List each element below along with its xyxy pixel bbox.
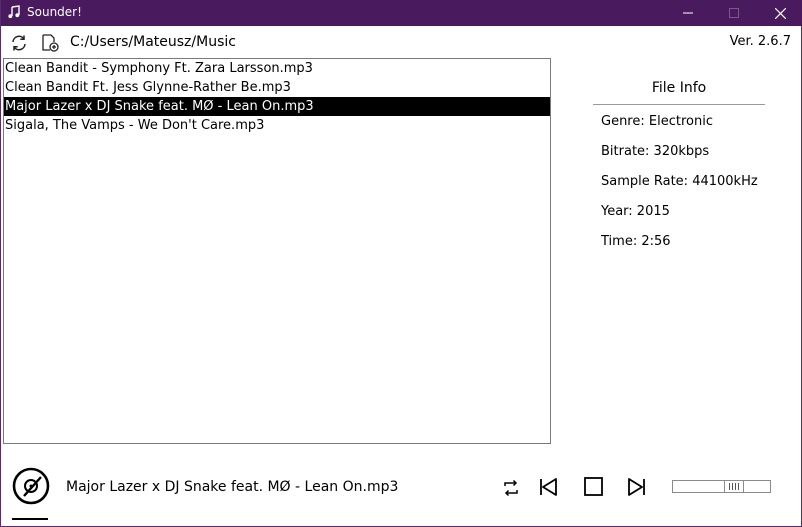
file-info-panel: File Info Genre: Electronic Bitrate: 320… (593, 78, 765, 263)
file-list-item[interactable]: Clean Bandit - Symphony Ft. Zara Larsson… (4, 59, 550, 78)
file-info-title: File Info (593, 78, 765, 105)
disc-icon (12, 467, 50, 505)
file-list-item[interactable]: Sigala, The Vamps - We Don't Care.mp3 (4, 116, 550, 135)
next-icon[interactable] (626, 476, 648, 498)
music-note-icon (8, 5, 20, 19)
player-bar: Major Lazer x DJ Snake feat. MØ - Lean O… (1, 452, 802, 527)
disc-underline (12, 518, 48, 520)
previous-icon[interactable] (538, 476, 560, 498)
sample-rate-field: Sample Rate: 44100kHz (601, 174, 758, 189)
maximize-icon (729, 8, 739, 18)
add-file-icon[interactable] (41, 34, 59, 52)
file-list-item[interactable]: Clean Bandit Ft. Jess Glynne-Rather Be.m… (4, 78, 550, 97)
window-title: Sounder! (27, 5, 82, 19)
file-list[interactable]: Clean Bandit - Symphony Ft. Zara Larsson… (3, 58, 551, 444)
repeat-icon[interactable] (501, 478, 521, 498)
file-list-item-selected[interactable]: Major Lazer x DJ Snake feat. MØ - Lean O… (4, 97, 550, 116)
folder-path: C:/Users/Mateusz/Music (70, 34, 236, 50)
app-window: Sounder! C:/Users/Mateusz/Music Ver. 2.6… (0, 0, 802, 527)
now-playing-title: Major Lazer x DJ Snake feat. MØ - Lean O… (66, 479, 399, 495)
time-field: Time: 2:56 (601, 234, 671, 249)
volume-slider-thumb[interactable] (724, 480, 744, 493)
genre-field: Genre: Electronic (601, 114, 713, 129)
refresh-icon[interactable] (10, 34, 28, 52)
year-field: Year: 2015 (601, 204, 670, 219)
stop-icon[interactable] (583, 476, 605, 498)
close-button[interactable] (757, 0, 802, 26)
title-bar[interactable]: Sounder! (1, 0, 802, 26)
close-icon (774, 7, 786, 19)
minimize-icon (683, 12, 693, 14)
maximize-button[interactable] (711, 0, 757, 26)
bitrate-field: Bitrate: 320kbps (601, 144, 710, 159)
minimize-button[interactable] (665, 0, 711, 26)
version-label: Ver. 2.6.7 (729, 34, 791, 49)
volume-slider[interactable] (672, 480, 771, 493)
